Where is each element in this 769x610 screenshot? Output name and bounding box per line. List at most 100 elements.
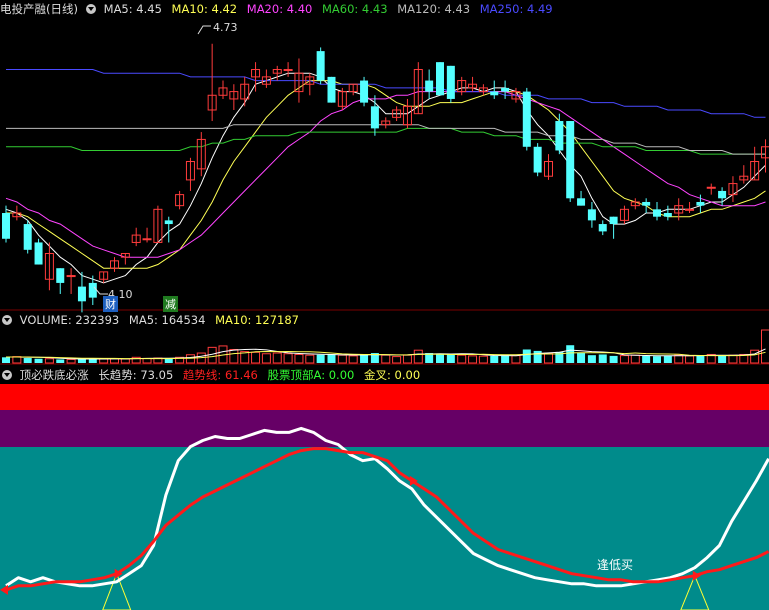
- candle-body: [577, 198, 586, 206]
- ma20-label: MA20: 4.40: [246, 2, 313, 16]
- candle-body: [56, 268, 65, 283]
- volume-bar: [674, 354, 684, 364]
- candle-body: [587, 209, 596, 221]
- golden-cross-label: 金叉: 0.00: [364, 368, 421, 382]
- ma10-label: MA10: 4.42: [171, 2, 238, 16]
- volume-bar: [413, 349, 423, 364]
- volume-bar: [478, 355, 488, 364]
- candle-body: [555, 121, 564, 151]
- volume-bar: [468, 355, 478, 364]
- volume-bar: [457, 354, 467, 364]
- ma120-label: MA120: 4.43: [397, 2, 471, 16]
- indicator-header: 顶必跌底必涨 长趋势: 73.05 趋势线: 61.46 股票顶部A: 0.00…: [0, 366, 426, 384]
- volume-bar: [544, 352, 553, 364]
- volume-bar: [44, 358, 54, 364]
- indicator-title: 顶必跌底必涨: [19, 368, 89, 382]
- volume-bar: [66, 358, 76, 364]
- volume-bar: [522, 349, 531, 363]
- dropdown-icon[interactable]: [2, 315, 12, 325]
- candle-body: [316, 51, 325, 81]
- volume-bar: [261, 353, 271, 364]
- candle-body: [706, 186, 716, 189]
- tag-cai[interactable]: 财: [103, 296, 118, 312]
- candle-body: [566, 121, 575, 199]
- volume-bar: [34, 358, 43, 363]
- volume-bar: [12, 356, 22, 364]
- candle-body: [501, 87, 510, 92]
- volume-bar: [653, 356, 661, 363]
- volume-bar: [337, 354, 347, 364]
- candle-body: [425, 80, 434, 92]
- ma60-label: MA60: 4.43: [321, 2, 388, 16]
- volume-bar: [566, 345, 575, 363]
- vol-ma5-label: MA5: 164534: [128, 313, 206, 327]
- candle-body: [66, 275, 76, 278]
- volume-bar: [696, 355, 705, 363]
- volume-bar: [630, 354, 640, 364]
- volume-bar: [587, 355, 596, 363]
- dropdown-icon[interactable]: [2, 370, 12, 380]
- volume-bar: [728, 354, 738, 364]
- volume-bar: [392, 356, 402, 364]
- volume-bar: [283, 353, 293, 364]
- band-red: [0, 384, 769, 410]
- volume-bar: [229, 348, 239, 364]
- candle-body: [327, 76, 336, 103]
- volume-bar: [761, 329, 769, 364]
- long-trend-label: 长趋势: 73.05: [98, 368, 174, 382]
- volume-bar: [402, 354, 412, 364]
- candle-body: [360, 80, 369, 103]
- tag-jian[interactable]: 减: [163, 296, 178, 312]
- ma5-label: MA5: 4.45: [103, 2, 162, 16]
- volume-bar: [533, 350, 542, 363]
- volume-bar: [23, 358, 32, 363]
- volume-bar: [436, 353, 444, 363]
- volume-bar: [348, 355, 358, 364]
- volume-bar: [99, 358, 109, 364]
- volume-bar: [185, 354, 195, 364]
- ma-line-ma20: [5, 91, 766, 258]
- candle-body: [609, 216, 618, 225]
- volume-bar: [164, 358, 173, 363]
- candle-body: [490, 91, 499, 96]
- volume-bar: [120, 358, 130, 364]
- high-price-label: 4.73: [213, 21, 238, 34]
- ma-line-ma120: [6, 124, 766, 155]
- candle-body: [283, 69, 293, 72]
- candle-body: [23, 224, 32, 250]
- volume-bar: [501, 355, 510, 363]
- volume-bar: [718, 355, 727, 363]
- volume-bar: [381, 354, 391, 364]
- band-teal: [0, 447, 769, 610]
- volume-bar: [360, 354, 369, 363]
- ma250-label: MA250: 4.49: [479, 2, 553, 16]
- ma-line-ma250: [6, 69, 766, 118]
- high-pointer: [197, 25, 211, 35]
- volume-header: VOLUME: 232393 MA5: 164534 MA10: 127187: [0, 311, 305, 329]
- volume-bar: [2, 357, 10, 363]
- volume-bar: [685, 355, 695, 364]
- volume-bar: [294, 353, 304, 364]
- volume-bar: [619, 355, 629, 364]
- candle-body: [696, 201, 705, 206]
- candle-body: [533, 146, 542, 173]
- ma-line-ma5: [5, 72, 766, 284]
- trend-line-label: 趋势线: 61.46: [182, 368, 258, 382]
- vol-ma10-label: MA10: 127187: [215, 313, 299, 327]
- stock-title: 电投产融(日线): [0, 2, 78, 16]
- volume-bar: [305, 354, 315, 364]
- candle-body: [77, 286, 86, 302]
- candle-body: [34, 242, 43, 265]
- volume-bar: [251, 351, 261, 364]
- volume-bar: [272, 352, 282, 364]
- candle-body: [370, 106, 379, 129]
- candle-body: [88, 282, 97, 298]
- candle-body: [685, 208, 695, 211]
- volume-bar: [327, 354, 336, 363]
- volume-bar: [642, 355, 651, 363]
- bottom-buy-text: 逢低买: [597, 558, 634, 572]
- volume-bar: [577, 353, 586, 363]
- candle-body: [718, 190, 727, 199]
- ma-line-ma10: [6, 80, 766, 269]
- dropdown-icon[interactable]: [85, 4, 96, 14]
